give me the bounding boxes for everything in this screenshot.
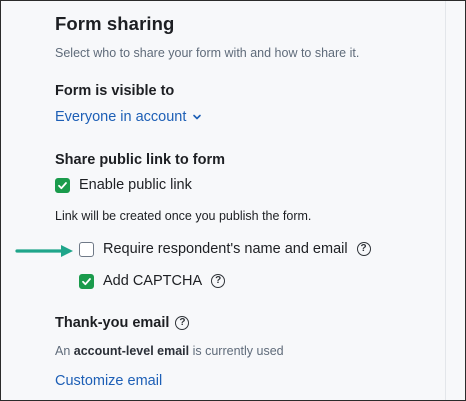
chevron-down-icon xyxy=(193,114,202,120)
question-circle-icon[interactable]: ? xyxy=(356,242,371,256)
thankyou-heading: Thank-you email xyxy=(55,315,170,331)
thankyou-status-prefix: An xyxy=(55,344,71,358)
question-circle-icon[interactable]: ? xyxy=(211,274,226,288)
enable-public-link-checkbox[interactable] xyxy=(55,177,70,193)
require-name-email-label: Require respondent's name and email xyxy=(103,241,348,257)
panel-divider xyxy=(445,1,446,400)
arrow-right-icon xyxy=(15,245,73,257)
captcha-label: Add CAPTCHA xyxy=(103,273,203,289)
require-name-email-checkbox[interactable] xyxy=(79,241,94,257)
public-link-heading: Share public link to form xyxy=(55,152,225,168)
check-icon xyxy=(82,277,91,285)
customize-email-link[interactable]: Customize email xyxy=(55,373,162,389)
enable-public-link-row[interactable]: Enable public link xyxy=(55,177,192,193)
thankyou-status-suffix: is currently used xyxy=(192,344,284,358)
thankyou-status: An account-level email is currently used xyxy=(55,344,284,358)
visibility-heading: Form is visible to xyxy=(55,83,175,99)
captcha-checkbox[interactable] xyxy=(79,273,94,289)
thankyou-status-bold: account-level email xyxy=(73,344,190,358)
section-title: Form sharing xyxy=(55,13,175,34)
public-link-note: Link will be created once you publish th… xyxy=(55,209,312,223)
section-subtitle: Select who to share your form with and h… xyxy=(55,46,360,60)
captcha-row[interactable]: Add CAPTCHA ? xyxy=(79,273,226,289)
form-sharing-panel: Form sharing Select who to share your fo… xyxy=(0,0,466,401)
visibility-dropdown[interactable]: Everyone in account xyxy=(55,109,202,125)
check-icon xyxy=(58,181,67,189)
enable-public-link-label: Enable public link xyxy=(79,177,192,193)
require-name-email-row[interactable]: Require respondent's name and email ? xyxy=(79,241,371,257)
thankyou-heading-row: Thank-you email ? xyxy=(55,315,190,331)
question-circle-icon[interactable]: ? xyxy=(175,316,190,330)
visibility-selected-value: Everyone in account xyxy=(55,109,187,125)
